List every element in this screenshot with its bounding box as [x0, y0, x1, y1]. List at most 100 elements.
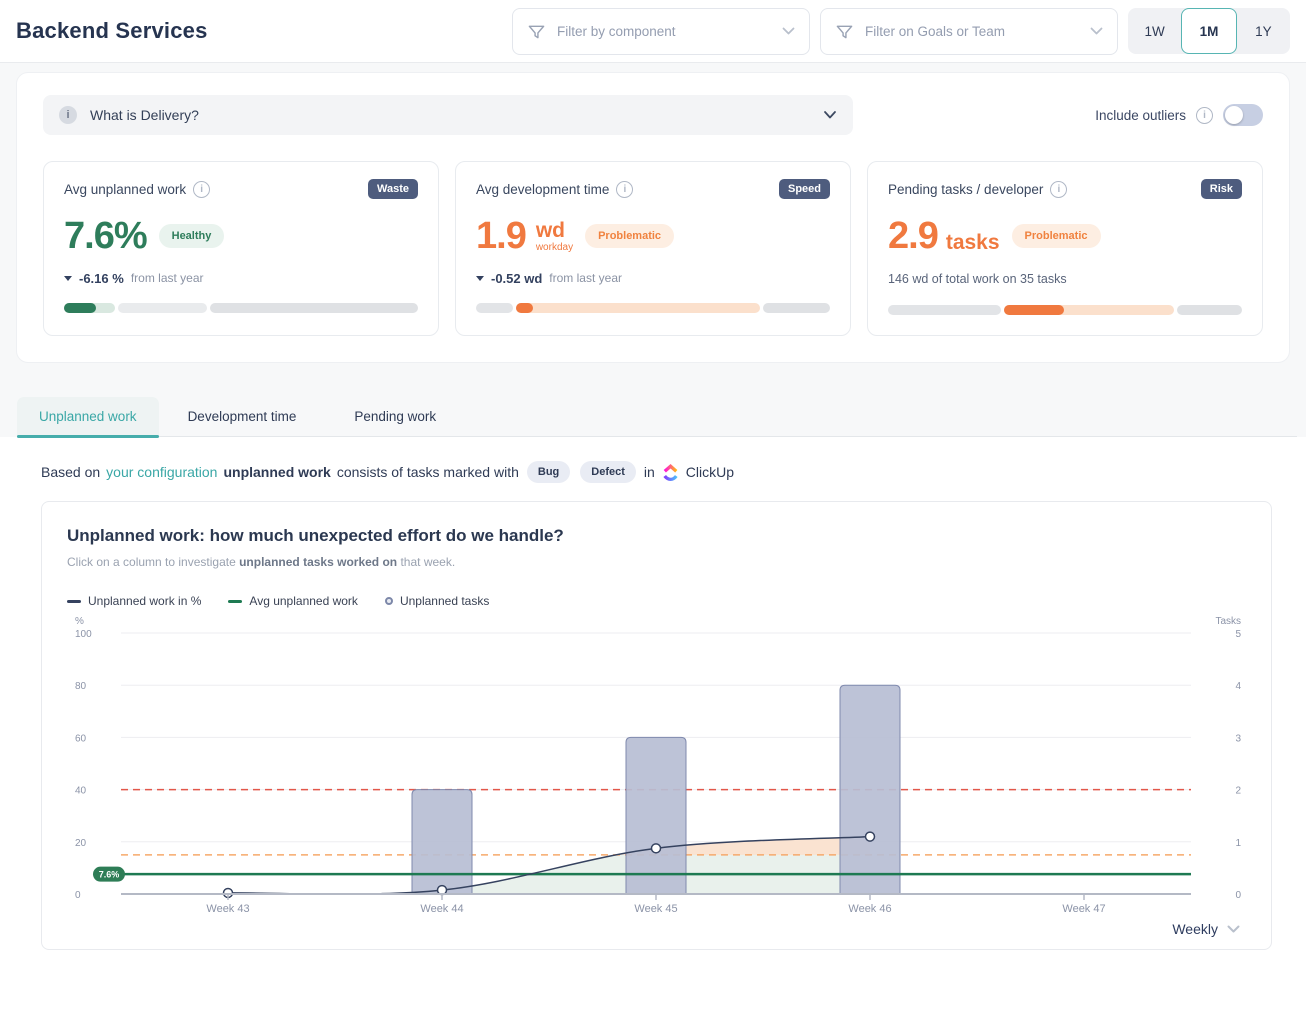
- gauge-zone: [118, 303, 207, 313]
- health-gauge: [64, 303, 418, 313]
- chart-legend: Unplanned work in % Avg unplanned work U…: [67, 594, 1246, 608]
- chart-subtitle: Click on a column to investigate unplann…: [67, 555, 1246, 569]
- card-title: Pending tasks / developer: [888, 182, 1043, 197]
- gauge-zone: [516, 303, 760, 313]
- defect-tag: Defect: [580, 461, 636, 483]
- info-icon[interactable]: i: [193, 181, 210, 198]
- gauge-fill: [1004, 305, 1063, 315]
- range-1m-button[interactable]: 1M: [1181, 8, 1236, 54]
- toggle-knob: [1225, 106, 1243, 124]
- left-axis-title: %: [75, 616, 84, 627]
- speed-badge: Speed: [779, 179, 830, 199]
- left-axis-tick: 80: [75, 681, 87, 692]
- time-range-segmented-control: 1W 1M 1Y: [1128, 8, 1290, 54]
- your-configuration-link[interactable]: your configuration: [106, 464, 217, 480]
- line-marker-icon: [67, 600, 81, 603]
- range-1y-button[interactable]: 1Y: [1237, 8, 1290, 54]
- data-point[interactable]: [866, 832, 875, 841]
- legend-unplanned-work-pct: Unplanned work in %: [67, 594, 201, 608]
- risk-badge: Risk: [1201, 179, 1242, 199]
- delta-value: -6.16 %: [79, 271, 124, 286]
- left-axis-tick: 0: [75, 890, 81, 901]
- trend-down-icon: [64, 276, 72, 281]
- card-title: Avg development time: [476, 182, 609, 197]
- tab-unplanned-work[interactable]: Unplanned work: [17, 397, 159, 436]
- config-in: in: [644, 464, 655, 480]
- right-axis-tick: 2: [1235, 786, 1241, 797]
- info-icon[interactable]: i: [1196, 107, 1213, 124]
- right-axis-tick: 0: [1235, 890, 1241, 901]
- range-1w-button[interactable]: 1W: [1128, 8, 1181, 54]
- delta-caption: from last year: [549, 271, 622, 285]
- line-marker-icon: [228, 600, 242, 603]
- chevron-down-icon: [823, 110, 837, 120]
- x-tick-label: Week 43: [206, 903, 249, 915]
- gauge-fill: [64, 303, 96, 313]
- metric-value: 1.9: [476, 217, 526, 255]
- gauge-zone: [888, 305, 1001, 315]
- metric-value: 7.6%: [64, 217, 147, 255]
- chevron-down-icon: [782, 27, 795, 36]
- what-is-delivery-expander[interactable]: i What is Delivery?: [43, 95, 853, 135]
- chart-title: Unplanned work: how much unexpected effo…: [67, 526, 1246, 546]
- include-outliers-label: Include outliers: [1095, 108, 1186, 123]
- include-outliers-toggle[interactable]: [1223, 104, 1263, 126]
- filter-goals-team-select[interactable]: Filter on Goals or Team: [820, 8, 1118, 55]
- legend-unplanned-tasks: Unplanned tasks: [385, 594, 489, 608]
- left-axis-tick: 60: [75, 733, 87, 744]
- page-title: Backend Services: [16, 18, 208, 44]
- gauge-zone: [476, 303, 513, 313]
- card-title: Avg unplanned work: [64, 182, 186, 197]
- trend-down-icon: [476, 276, 484, 281]
- metric-unit: wd workday: [536, 220, 573, 253]
- metric-cards: Avg unplanned work i Waste 7.6% Healthy …: [43, 161, 1263, 336]
- gauge-zone: [1177, 305, 1242, 315]
- info-icon[interactable]: i: [616, 181, 633, 198]
- avg-unplanned-work-card: Avg unplanned work i Waste 7.6% Healthy …: [43, 161, 439, 336]
- x-tick-label: Week 45: [634, 903, 677, 915]
- left-axis-tick: 20: [75, 838, 87, 849]
- config-middle: consists of tasks marked with: [337, 464, 519, 480]
- gauge-zone: [210, 303, 418, 313]
- unplanned-work-section: Based on your configuration unplanned wo…: [0, 437, 1306, 1013]
- funnel-icon: [527, 22, 546, 41]
- unplanned-work-chart[interactable]: 7.6%Week 43Week 44Week 45Week 46Week 47%…: [67, 612, 1247, 919]
- waste-badge: Waste: [368, 179, 418, 199]
- status-badge: Healthy: [159, 224, 225, 248]
- status-badge: Problematic: [585, 224, 674, 248]
- legend-avg-unplanned-work: Avg unplanned work: [228, 594, 358, 608]
- delivery-overview-panel: i What is Delivery? Include outliers i A…: [16, 72, 1290, 363]
- right-axis-tick: 4: [1235, 681, 1241, 692]
- filter-placeholder: Filter by component: [557, 24, 676, 39]
- bar-week-45[interactable]: [626, 737, 686, 894]
- tab-development-time[interactable]: Development time: [159, 397, 326, 436]
- funnel-icon: [835, 22, 854, 41]
- chevron-down-icon: [1090, 27, 1103, 36]
- filter-by-component-select[interactable]: Filter by component: [512, 8, 810, 55]
- clickup-logo-icon: [662, 464, 679, 481]
- delta-value: -0.52 wd: [491, 271, 542, 286]
- config-bold: unplanned work: [223, 464, 330, 480]
- info-icon[interactable]: i: [1050, 181, 1067, 198]
- bar-week-46[interactable]: [840, 685, 900, 894]
- metric-subtext: 146 wd of total work on 35 tasks: [888, 272, 1242, 288]
- data-point[interactable]: [652, 844, 661, 853]
- delta-caption: from last year: [131, 271, 204, 285]
- x-tick-label: Week 47: [1062, 903, 1105, 915]
- tab-pending-work[interactable]: Pending work: [325, 397, 465, 436]
- bar-week-44[interactable]: [412, 790, 472, 894]
- average-label: 7.6%: [99, 870, 120, 880]
- header-controls: Filter by component Filter on Goals or T…: [512, 8, 1290, 55]
- right-axis-tick: 1: [1235, 838, 1241, 849]
- clickup-name: ClickUp: [686, 464, 734, 480]
- health-gauge: [476, 303, 830, 313]
- include-outliers-control: Include outliers i: [1095, 104, 1263, 126]
- filter-placeholder: Filter on Goals or Team: [865, 24, 1005, 39]
- metric-value: 2.9: [888, 217, 938, 255]
- gauge-fill: [516, 303, 533, 313]
- circle-marker-icon: [385, 597, 393, 605]
- unplanned-work-chart-card: Unplanned work: how much unexpected effo…: [41, 501, 1272, 950]
- frequency-dropdown[interactable]: Weekly: [67, 921, 1246, 937]
- pending-tasks-card: Pending tasks / developer i Risk 2.9 tas…: [867, 161, 1263, 336]
- gauge-zone: [64, 303, 115, 313]
